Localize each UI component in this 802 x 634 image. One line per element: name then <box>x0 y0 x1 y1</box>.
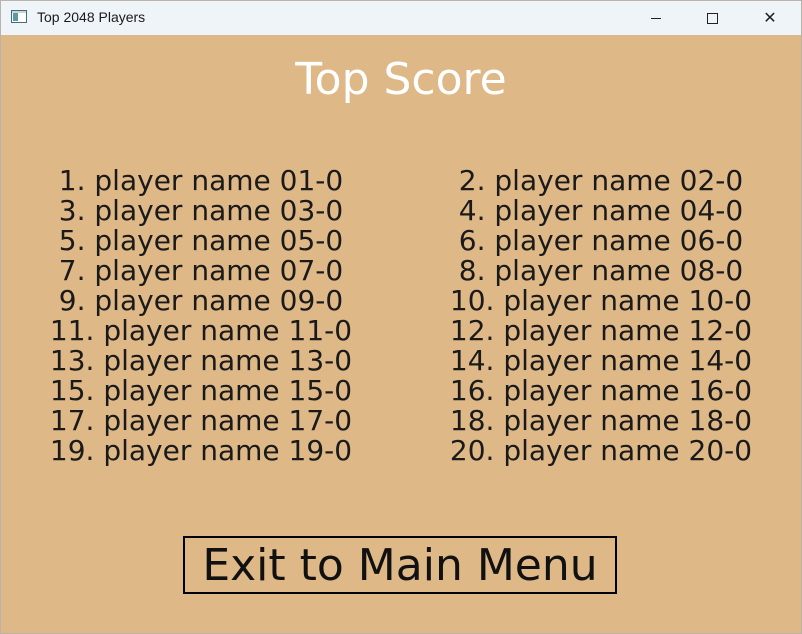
minimize-icon <box>651 17 661 19</box>
leaderboard-entry: 1. player name 01-0 <box>58 164 344 197</box>
leaderboard-entry: 4. player name 04-0 <box>458 194 744 227</box>
title-bar[interactable]: Top 2048 Players ✕ <box>1 1 801 35</box>
maximize-button[interactable] <box>689 1 735 35</box>
leaderboard-entry: 18. player name 18-0 <box>449 404 753 437</box>
page-title: Top Score <box>295 54 507 105</box>
leaderboard-entry: 7. player name 07-0 <box>58 254 344 287</box>
leaderboard-entry: 8. player name 08-0 <box>458 254 744 287</box>
leaderboard-right-column: 2. player name 02-0 4. player name 04-0 … <box>401 166 801 466</box>
leaderboard-entry: 11. player name 11-0 <box>49 314 353 347</box>
maximize-icon <box>706 12 718 24</box>
leaderboard-entry: 6. player name 06-0 <box>458 224 744 257</box>
leaderboard-entry: 2. player name 02-0 <box>458 164 744 197</box>
leaderboard-entry: 10. player name 10-0 <box>449 284 753 317</box>
leaderboard-entry: 16. player name 16-0 <box>449 374 753 407</box>
minimize-button[interactable] <box>633 1 679 35</box>
leaderboard-entry: 9. player name 09-0 <box>58 284 344 317</box>
leaderboard-left-column: 1. player name 01-0 3. player name 03-0 … <box>1 166 401 466</box>
main-content: Top Score 1. player name 01-0 3. player … <box>1 35 801 633</box>
leaderboard-entry: 3. player name 03-0 <box>58 194 344 227</box>
leaderboard-entry: 13. player name 13-0 <box>49 344 353 377</box>
exit-to-main-menu-button[interactable]: Exit to Main Menu <box>183 536 617 594</box>
leaderboard-entry: 14. player name 14-0 <box>449 344 753 377</box>
window-app-icon <box>11 10 27 23</box>
close-button[interactable]: ✕ <box>747 1 793 35</box>
close-icon: ✕ <box>763 8 777 27</box>
leaderboard-entry: 15. player name 15-0 <box>49 374 353 407</box>
window-title: Top 2048 Players <box>37 9 146 25</box>
leaderboard-entry: 5. player name 05-0 <box>58 224 344 257</box>
leaderboard-entry: 17. player name 17-0 <box>49 404 353 437</box>
leaderboard-entry: 20. player name 20-0 <box>449 434 753 467</box>
leaderboard-entry: 19. player name 19-0 <box>49 434 353 467</box>
leaderboard-entry: 12. player name 12-0 <box>449 314 753 347</box>
app-window: Top 2048 Players ✕ Top Score 1. player n… <box>0 0 802 634</box>
